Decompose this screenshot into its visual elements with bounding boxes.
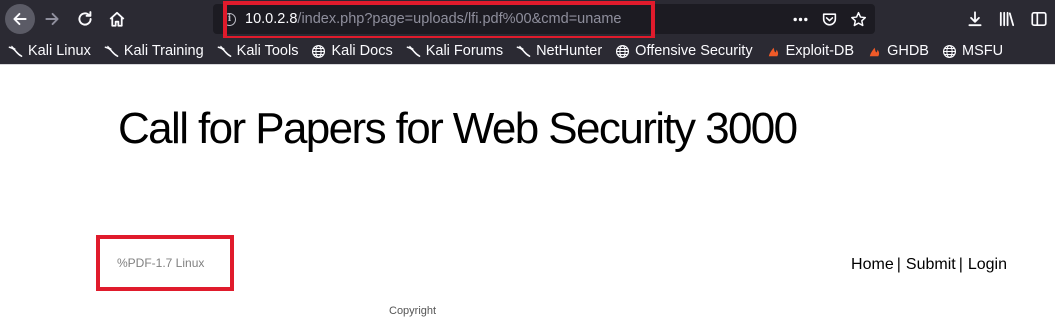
bookmark-label: NetHunter — [536, 43, 603, 59]
url-host: 10.0.2.8 — [245, 11, 298, 27]
bookmark-label: Exploit-DB — [785, 43, 855, 59]
library-button[interactable] — [991, 10, 1023, 28]
nav-link-submit[interactable]: Submit — [906, 256, 956, 273]
bookmark-label: Kali Linux — [28, 43, 91, 59]
content-divider — [0, 64, 1055, 65]
forward-arrow-icon — [45, 12, 59, 26]
kali-dragon-icon — [8, 44, 23, 59]
url-bar[interactable]: i 10.0.2.8/index.php?page=uploads/lfi.pd… — [213, 4, 875, 34]
more-icon — [793, 17, 808, 21]
url-actions — [792, 4, 867, 34]
site-nav: Home | Submit | Login — [851, 256, 1007, 274]
page-actions-button[interactable] — [792, 11, 809, 28]
library-icon — [999, 11, 1015, 27]
nav-link-home[interactable]: Home — [851, 256, 894, 273]
exploit-db-icon — [766, 44, 781, 59]
browser-toolbar: i 10.0.2.8/index.php?page=uploads/lfi.pd… — [0, 0, 1055, 38]
nav-link-login[interactable]: Login — [968, 256, 1007, 273]
bookmark-kali-training[interactable]: Kali Training — [104, 43, 204, 59]
kali-dragon-icon — [104, 44, 119, 59]
bookmarks-toolbar: Kali Linux Kali Training Kali Tools Kali… — [0, 38, 1055, 64]
home-icon — [109, 11, 125, 27]
bookmark-label: Offensive Security — [635, 43, 753, 59]
bookmark-label: Kali Tools — [236, 43, 299, 59]
toolbar-right-tools — [959, 4, 1055, 34]
downloads-button[interactable] — [959, 10, 991, 28]
kali-dragon-icon — [406, 44, 421, 59]
globe-icon — [942, 44, 957, 59]
sidebar-icon — [1031, 11, 1047, 27]
star-icon — [851, 11, 867, 26]
globe-icon — [311, 44, 326, 59]
reload-icon — [78, 11, 92, 26]
bookmark-msfu[interactable]: MSFU — [942, 43, 1003, 59]
bookmark-ghdb[interactable]: GHDB — [867, 43, 929, 59]
bookmark-exploit-db[interactable]: Exploit-DB — [766, 43, 855, 59]
url-path: /index.php?page=uploads/lfi.pdf%00&cmd=u… — [297, 11, 622, 27]
bookmark-kali-linux[interactable]: Kali Linux — [8, 43, 91, 59]
bookmark-kali-forums[interactable]: Kali Forums — [406, 43, 503, 59]
bookmark-nethunter[interactable]: NetHunter — [516, 43, 602, 59]
bookmark-star-button[interactable] — [850, 11, 867, 28]
site-info-icon[interactable]: i — [223, 12, 236, 26]
bookmark-label: Kali Training — [123, 43, 204, 59]
download-icon — [968, 11, 982, 27]
exploit-db-icon — [867, 44, 882, 59]
bookmark-label: GHDB — [887, 43, 929, 59]
home-button[interactable] — [102, 4, 132, 34]
bookmark-offensive-security[interactable]: Offensive Security — [615, 43, 753, 59]
kali-dragon-icon — [217, 44, 232, 59]
nav-separator: | — [896, 256, 901, 273]
back-arrow-icon — [13, 12, 27, 26]
pocket-button[interactable] — [821, 11, 838, 28]
bookmark-label: Kali Docs — [331, 43, 393, 59]
bookmark-kali-tools[interactable]: Kali Tools — [217, 43, 299, 59]
kali-dragon-icon — [516, 44, 531, 59]
back-button[interactable] — [5, 4, 35, 34]
nav-separator: | — [958, 256, 963, 273]
pdf-output-text: %PDF-1.7 Linux — [117, 256, 205, 270]
bookmark-label: Kali Forums — [425, 43, 504, 59]
globe-icon — [615, 44, 630, 59]
copyright-footer: Copyright — [389, 305, 437, 317]
bookmark-label: MSFU — [961, 43, 1004, 59]
url-text[interactable]: 10.0.2.8/index.php?page=uploads/lfi.pdf%… — [245, 11, 622, 27]
page-title: Call for Papers for Web Security 3000 — [118, 104, 798, 153]
sidebar-button[interactable] — [1023, 10, 1055, 28]
bookmark-kali-docs[interactable]: Kali Docs — [311, 43, 393, 59]
pocket-icon — [822, 12, 837, 26]
reload-button[interactable] — [70, 4, 100, 34]
forward-button[interactable] — [37, 4, 67, 34]
